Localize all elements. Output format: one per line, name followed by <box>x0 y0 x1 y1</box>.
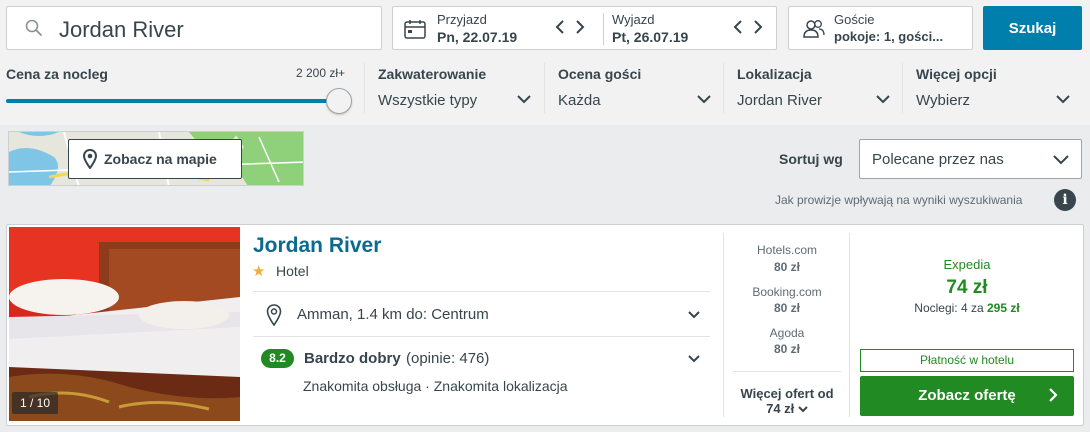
nights-total: 295 zł <box>987 301 1020 315</box>
search-input[interactable]: Jordan River <box>6 6 382 50</box>
photo-counter: 1 / 10 <box>12 392 58 414</box>
calendar-icon <box>404 20 426 39</box>
rating-count[interactable]: (opinie: 476) <box>406 350 489 367</box>
more-options-value[interactable]: Wybierz <box>916 92 970 109</box>
hotel-name[interactable]: Jordan River <box>253 234 381 258</box>
checkin-label: Przyjazd <box>437 12 487 27</box>
divider <box>253 336 710 337</box>
price-slider-handle[interactable] <box>326 88 352 114</box>
guests-icon <box>803 20 825 38</box>
filter-divider <box>902 63 903 113</box>
info-icon[interactable]: i <box>1054 189 1076 211</box>
price-filter-label: Cena za nocleg <box>6 66 108 82</box>
hotel-location[interactable]: Amman, 1.4 km do: Centrum <box>297 306 489 323</box>
view-offer-label: Zobacz ofertę <box>918 387 1016 404</box>
divider <box>733 371 841 372</box>
hotel-photo[interactable]: 1 / 10 <box>9 227 240 421</box>
filter-divider <box>364 63 365 113</box>
deal-site[interactable]: Hotels.com <box>724 243 850 257</box>
checkout-value[interactable]: Pt, 26.07.19 <box>612 29 688 45</box>
location-filter-label: Lokalizacja <box>737 66 812 82</box>
date-picker[interactable]: Przyjazd Pn, 22.07.19 Wyjazd Pt, 26.07.1… <box>392 6 777 50</box>
deal-site[interactable]: Booking.com <box>724 285 850 299</box>
commission-info-text[interactable]: Jak prowizje wpływają na wyniki wyszukiw… <box>775 193 1022 207</box>
more-offers-price-row: 74 zł <box>724 401 850 416</box>
rating-filter-label: Ocena gości <box>558 66 642 82</box>
hotel-type: Hotel <box>276 263 309 279</box>
rating-filter-value[interactable]: Każda <box>558 92 601 109</box>
deal-site[interactable]: Agoda <box>724 326 850 340</box>
filter-divider <box>723 63 724 113</box>
date-divider <box>603 13 604 45</box>
guests-selector[interactable]: Goście pokoje: 1, gości... <box>788 6 973 50</box>
best-deal-price[interactable]: 74 zł <box>860 277 1074 299</box>
more-offers-button[interactable]: Więcej ofert od 74 zł <box>724 386 850 416</box>
checkout-label: Wyjazd <box>612 12 655 27</box>
payment-at-hotel-badge: Płatność w hotelu <box>860 349 1074 372</box>
more-offers-price: 74 zł <box>766 401 795 416</box>
chevron-down-icon <box>1053 155 1069 165</box>
chevron-down-icon[interactable] <box>697 95 711 104</box>
nights-text: Noclegi: 4 za <box>914 301 984 315</box>
location-pin-icon <box>266 304 282 326</box>
checkout-next-icon[interactable] <box>753 19 763 35</box>
accommodation-filter-value[interactable]: Wszystkie typy <box>378 92 477 109</box>
chevron-right-icon <box>1049 388 1058 402</box>
more-offers-label: Więcej ofert od <box>740 386 834 401</box>
divider <box>253 291 710 292</box>
chevron-down-icon[interactable] <box>517 95 531 104</box>
rating-score-badge: 8.2 <box>261 349 294 368</box>
chevron-down-icon[interactable] <box>688 311 700 319</box>
guests-label: Goście <box>834 12 875 27</box>
checkin-value[interactable]: Pn, 22.07.19 <box>437 29 517 45</box>
rating-word[interactable]: Bardzo dobry <box>304 350 401 367</box>
deal-price[interactable]: 80 zł <box>724 342 850 356</box>
sort-select[interactable]: Polecane przez nas <box>859 139 1082 179</box>
location-filter-value[interactable]: Jordan River <box>737 92 822 109</box>
more-options-label: Więcej opcji <box>916 66 997 82</box>
view-on-map-label: Zobacz na mapie <box>104 151 217 167</box>
view-on-map-button[interactable]: Zobacz na mapie <box>68 139 242 179</box>
search-icon <box>25 19 42 36</box>
star-icon: ★ <box>252 263 266 280</box>
chevron-down-icon[interactable] <box>688 355 700 363</box>
filter-divider <box>544 63 545 113</box>
map-pin-icon <box>83 149 97 169</box>
view-offer-button[interactable]: Zobacz ofertę <box>860 376 1074 416</box>
sort-label: Sortuj wg <box>779 151 843 167</box>
nights-summary: Noclegi: 4 za 295 zł <box>860 301 1074 315</box>
sort-value: Polecane przez nas <box>872 151 1004 168</box>
chevron-down-icon[interactable] <box>876 95 890 104</box>
deal-price[interactable]: 80 zł <box>724 301 850 315</box>
deal-price[interactable]: 80 zł <box>724 260 850 274</box>
price-max-label: 2 200 zł+ <box>296 66 346 80</box>
checkout-prev-icon[interactable] <box>733 19 743 35</box>
checkin-next-icon[interactable] <box>575 19 585 35</box>
rating-features: Znakomita obsługa · Znakomita lokalizacj… <box>303 378 568 394</box>
checkin-prev-icon[interactable] <box>555 19 565 35</box>
search-button[interactable]: Szukaj <box>983 6 1082 50</box>
chevron-down-icon <box>798 406 808 413</box>
accommodation-filter-label: Zakwaterowanie <box>378 66 487 82</box>
best-deal-site[interactable]: Expedia <box>860 257 1074 272</box>
guests-value: pokoje: 1, gości... <box>834 29 944 44</box>
search-query: Jordan River <box>59 17 184 42</box>
price-slider-track[interactable] <box>6 99 340 103</box>
chevron-down-icon[interactable] <box>1056 95 1070 104</box>
